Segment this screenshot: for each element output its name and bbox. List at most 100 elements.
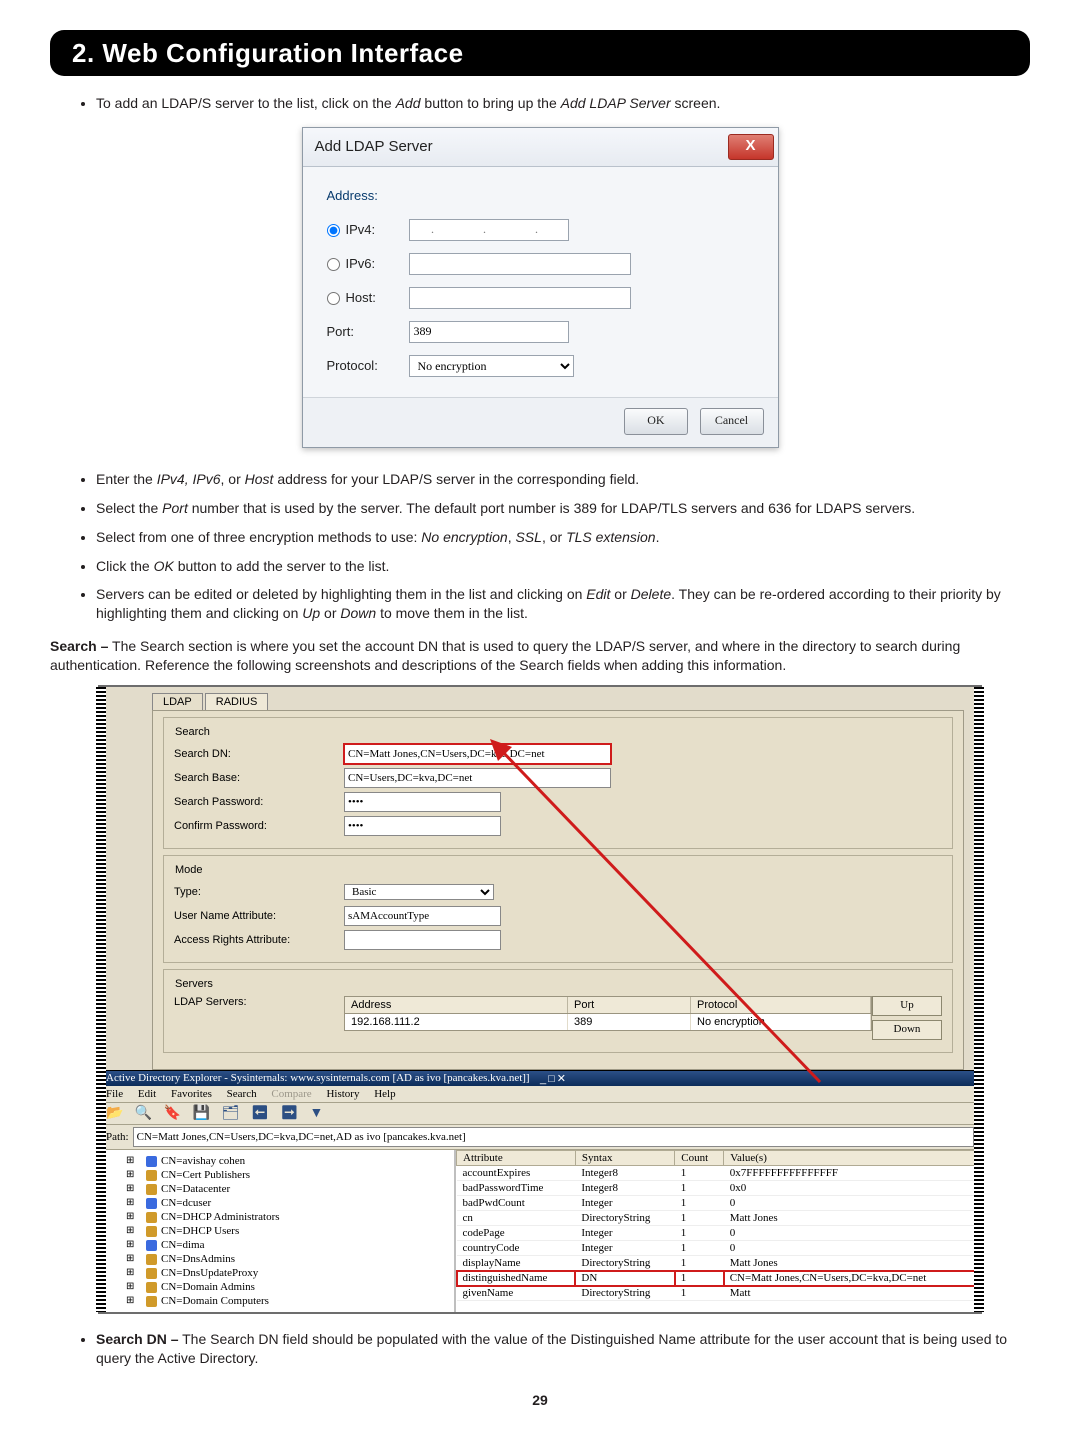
down-button[interactable]: Down bbox=[872, 1020, 942, 1040]
ldap-servers-label: LDAP Servers: bbox=[174, 996, 344, 1008]
th-syntax: Syntax bbox=[575, 1151, 674, 1166]
up-button[interactable]: Up bbox=[872, 996, 942, 1016]
window-controls-icon[interactable]: _□✕ bbox=[540, 1072, 974, 1085]
ipv4-label: IPv4: bbox=[346, 222, 376, 237]
property-row[interactable]: distinguishedNameDN1CN=Matt Jones,CN=Use… bbox=[457, 1271, 980, 1286]
una-input[interactable] bbox=[344, 906, 501, 926]
property-row[interactable]: badPasswordTimeInteger810x0 bbox=[457, 1181, 980, 1196]
list-item: Select the Port number that is used by t… bbox=[96, 499, 1030, 518]
menu-favorites[interactable]: Favorites bbox=[171, 1088, 212, 1100]
property-row[interactable]: accountExpiresInteger810x7FFFFFFFFFFFFFF… bbox=[457, 1166, 980, 1181]
host-input[interactable] bbox=[409, 287, 631, 309]
port-input[interactable] bbox=[409, 321, 569, 343]
ok-button[interactable]: OK bbox=[624, 408, 688, 435]
group-icon bbox=[146, 1226, 157, 1237]
tree-node[interactable]: CN=DHCP Administrators bbox=[102, 1210, 452, 1224]
group-servers: Servers bbox=[172, 978, 216, 990]
tree-node[interactable]: CN=avishay cohen bbox=[102, 1154, 452, 1168]
search-dn-label: Search DN: bbox=[174, 748, 344, 760]
una-label: User Name Attribute: bbox=[174, 910, 344, 922]
th-attribute: Attribute bbox=[457, 1151, 576, 1166]
search-dn-note: Search DN – The Search DN field should b… bbox=[96, 1330, 1030, 1368]
ara-label: Access Rights Attribute: bbox=[174, 934, 344, 946]
th-port: Port bbox=[568, 997, 691, 1013]
tree-node[interactable]: CN=Domain Admins bbox=[102, 1280, 452, 1294]
list-item: Enter the IPv4, IPv6, or Host address fo… bbox=[96, 470, 1030, 489]
tree-node[interactable]: CN=Datacenter bbox=[102, 1182, 452, 1196]
tree-node[interactable]: CN=dima bbox=[102, 1238, 452, 1252]
th-protocol: Protocol bbox=[691, 997, 871, 1013]
adx-menu[interactable]: File Edit Favorites Search Compare Histo… bbox=[100, 1086, 980, 1103]
user-icon bbox=[146, 1240, 157, 1251]
ipv4-radio[interactable] bbox=[327, 224, 340, 237]
tree-node[interactable]: CN=dcuser bbox=[102, 1196, 452, 1210]
property-row[interactable]: displayNameDirectoryString1Matt Jones bbox=[457, 1256, 980, 1271]
search-dn-input[interactable] bbox=[344, 744, 611, 764]
ad-explorer-window: Active Directory Explorer - Sysinternals… bbox=[100, 1070, 980, 1312]
close-icon[interactable]: X bbox=[728, 134, 774, 160]
list-item: Select from one of three encryption meth… bbox=[96, 528, 1030, 547]
search-screenshot: LDAP RADIUS Search Search DN: Search Bas… bbox=[98, 685, 982, 1314]
property-row[interactable]: countryCodeInteger10 bbox=[457, 1241, 980, 1256]
adx-tree[interactable]: CN=avishay cohenCN=Cert PublishersCN=Dat… bbox=[100, 1150, 456, 1312]
tree-node[interactable]: CN=DnsUpdateProxy bbox=[102, 1266, 452, 1280]
ipv4-input[interactable] bbox=[409, 219, 569, 241]
address-label: Address: bbox=[327, 188, 389, 203]
user-icon bbox=[146, 1198, 157, 1209]
tab-ldap[interactable]: LDAP bbox=[152, 693, 203, 710]
list-item: Click the OK button to add the server to… bbox=[96, 557, 1030, 576]
ipv6-radio[interactable] bbox=[327, 258, 340, 271]
add-ldap-dialog: Add LDAP Server X Address: IPv4: IPv6: H… bbox=[302, 127, 779, 448]
server-row[interactable]: 192.168.111.2 389 No encryption bbox=[344, 1014, 872, 1031]
cancel-button[interactable]: Cancel bbox=[700, 408, 764, 435]
adx-properties[interactable]: Attribute Syntax Count Value(s) accountE… bbox=[456, 1150, 980, 1312]
th-address: Address bbox=[345, 997, 568, 1013]
tab-radius[interactable]: RADIUS bbox=[205, 693, 269, 710]
list-item: Servers can be edited or deleted by high… bbox=[96, 585, 1030, 623]
menu-search[interactable]: Search bbox=[227, 1088, 257, 1100]
adx-toolbar-icons[interactable]: 📂 🔍 🔖 💾 🗂 ⬅ ➡ ▼ bbox=[100, 1103, 980, 1125]
group-icon bbox=[146, 1268, 157, 1279]
menu-help[interactable]: Help bbox=[374, 1088, 395, 1100]
confirm-pw-input[interactable] bbox=[344, 816, 501, 836]
protocol-label: Protocol: bbox=[327, 358, 378, 373]
cell-protocol: No encryption bbox=[691, 1014, 871, 1030]
property-row[interactable]: codePageInteger10 bbox=[457, 1226, 980, 1241]
tree-node[interactable]: CN=DnsAdmins bbox=[102, 1252, 452, 1266]
group-search: Search bbox=[172, 726, 213, 738]
menu-edit[interactable]: Edit bbox=[138, 1088, 156, 1100]
host-radio[interactable] bbox=[327, 292, 340, 305]
group-mode: Mode bbox=[172, 864, 206, 876]
user-icon bbox=[146, 1156, 157, 1167]
path-input[interactable] bbox=[133, 1127, 974, 1147]
search-pw-input[interactable] bbox=[344, 792, 501, 812]
ipv6-label: IPv6: bbox=[346, 256, 376, 271]
tree-node[interactable]: CN=Cert Publishers bbox=[102, 1168, 452, 1182]
search-base-input[interactable] bbox=[344, 768, 611, 788]
ara-input[interactable] bbox=[344, 930, 501, 950]
group-icon bbox=[146, 1254, 157, 1265]
menu-history[interactable]: History bbox=[326, 1088, 359, 1100]
group-icon bbox=[146, 1212, 157, 1223]
section-heading: 2. Web Configuration Interface bbox=[50, 30, 1030, 76]
protocol-select[interactable]: No encryption bbox=[409, 355, 574, 377]
search-base-label: Search Base: bbox=[174, 772, 344, 784]
cell-address: 192.168.111.2 bbox=[345, 1014, 568, 1030]
tree-node[interactable]: CN=DHCP Users bbox=[102, 1224, 452, 1238]
type-select[interactable]: Basic bbox=[344, 884, 494, 900]
adx-title: Active Directory Explorer - Sysinternals… bbox=[106, 1072, 540, 1085]
type-label: Type: bbox=[174, 886, 344, 898]
page-number: 29 bbox=[50, 1392, 1030, 1408]
th-count: Count bbox=[675, 1151, 724, 1166]
port-label: Port: bbox=[327, 324, 354, 339]
confirm-pw-label: Confirm Password: bbox=[174, 820, 344, 832]
menu-file[interactable]: File bbox=[106, 1088, 123, 1100]
property-row[interactable]: givenNameDirectoryString1Matt bbox=[457, 1286, 980, 1301]
ipv6-input[interactable] bbox=[409, 253, 631, 275]
group-icon bbox=[146, 1282, 157, 1293]
th-value: Value(s) bbox=[724, 1151, 980, 1166]
property-row[interactable]: cnDirectoryString1Matt Jones bbox=[457, 1211, 980, 1226]
intro-bullet: To add an LDAP/S server to the list, cli… bbox=[96, 94, 1030, 113]
tree-node[interactable]: CN=Domain Computers bbox=[102, 1294, 452, 1308]
property-row[interactable]: badPwdCountInteger10 bbox=[457, 1196, 980, 1211]
